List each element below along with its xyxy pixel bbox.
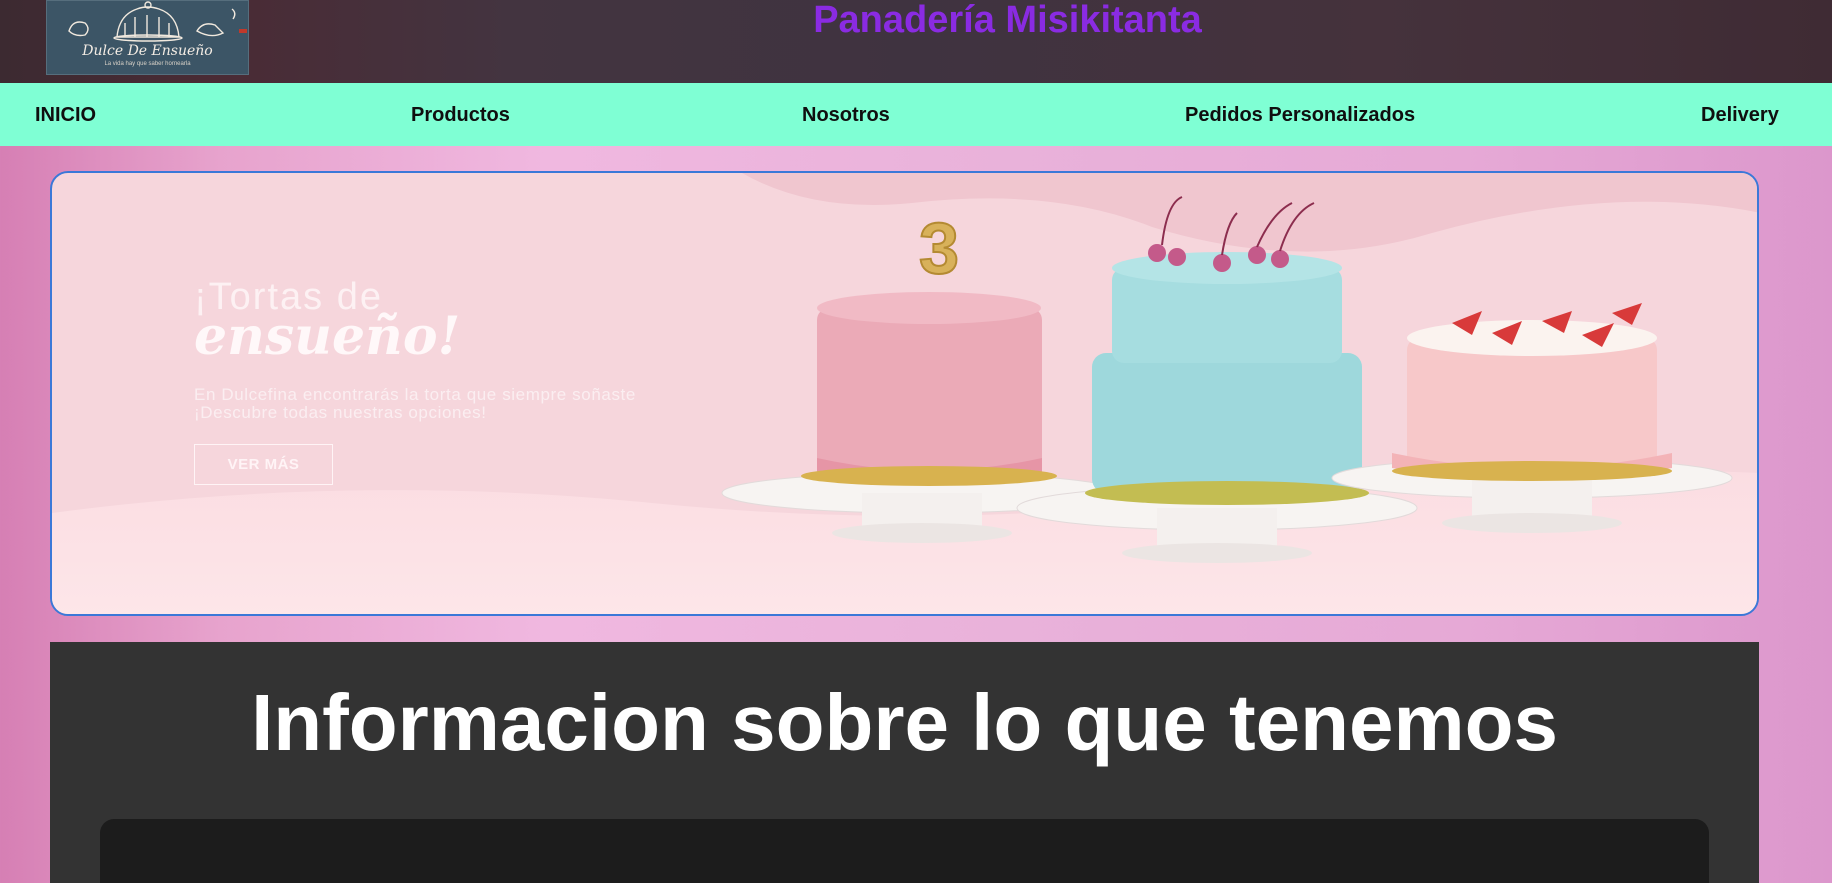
- nav-item-inicio[interactable]: INICIO: [35, 104, 96, 126]
- info-section: Informacion sobre lo que tenemos: [50, 642, 1759, 883]
- info-title: Informacion sobre lo que tenemos: [251, 678, 1558, 767]
- site-header: Dulce De Ensueño La vida hay que saber h…: [0, 0, 1832, 83]
- banner-heading-script: ensueño!: [194, 306, 461, 367]
- site-title: Panadería Misikitanta: [813, 0, 1202, 41]
- logo-name: Dulce De Ensueño: [82, 43, 213, 59]
- nav-item-nosotros[interactable]: Nosotros: [802, 104, 890, 126]
- nav-item-delivery[interactable]: Delivery: [1701, 104, 1779, 126]
- hero-banner[interactable]: 3 ¡Tortas de ensueño! En Dulcefina encon…: [50, 171, 1759, 616]
- main-nav: INICIO Productos Nosotros Pedidos Person…: [0, 83, 1832, 146]
- logo[interactable]: Dulce De Ensueño La vida hay que saber h…: [46, 0, 249, 75]
- banner-text: En Dulcefina encontrarás la torta que si…: [194, 385, 636, 422]
- nav-item-pedidos-personalizados[interactable]: Pedidos Personalizados: [1185, 104, 1415, 126]
- candle-number: 3: [919, 209, 959, 289]
- info-card: [100, 819, 1709, 883]
- nav-item-productos[interactable]: Productos: [411, 104, 510, 126]
- ver-mas-button[interactable]: VER MÁS: [194, 444, 333, 485]
- logo-tagline: La vida hay que saber hornearla: [104, 61, 191, 67]
